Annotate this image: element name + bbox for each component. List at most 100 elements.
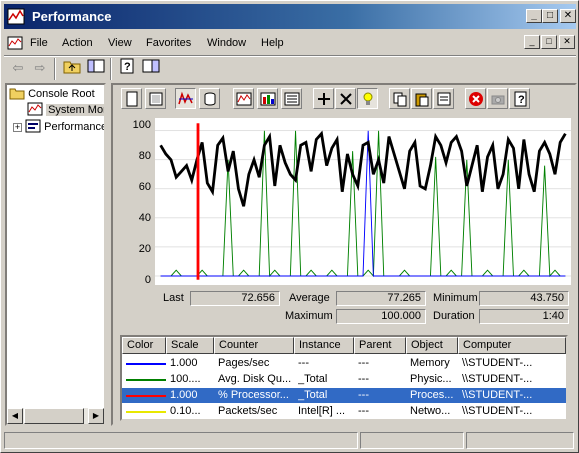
svg-text:?: ? <box>124 61 131 73</box>
column-header-computer[interactable]: Computer <box>458 337 566 354</box>
status-bar <box>4 430 576 450</box>
delete-counter-icon[interactable] <box>335 88 356 109</box>
counter-help-icon[interactable]: ? <box>509 88 530 109</box>
freeze-display-icon[interactable] <box>465 88 486 109</box>
legend-parent: --- <box>358 405 369 417</box>
column-header-color[interactable]: Color <box>122 337 166 354</box>
legend-parent: --- <box>358 389 369 401</box>
legend-row[interactable]: 0.10... Packets/sec Intel[R] ... --- Netwo..… <box>122 404 566 419</box>
average-label: Average <box>289 292 330 304</box>
back-arrow-icon[interactable]: ⇦ <box>8 58 28 78</box>
y-tick-label: 80 <box>138 150 151 162</box>
column-header-parent[interactable]: Parent <box>354 337 406 354</box>
show-hide-tree-icon[interactable] <box>86 58 106 78</box>
legend-color-swatch <box>126 379 166 381</box>
up-folder-icon[interactable] <box>62 58 82 78</box>
view-histogram-icon[interactable] <box>257 88 278 109</box>
legend-instance: _Total <box>298 373 328 385</box>
minimum-label: Minimum <box>433 292 478 304</box>
tree-item-perf-logs[interactable]: + Performance Logs and Alerts <box>13 119 106 133</box>
copy-properties-icon[interactable] <box>389 88 410 109</box>
scroll-thumb[interactable] <box>24 408 84 424</box>
legend-object: Physic... <box>410 373 452 385</box>
scroll-left-icon[interactable]: ◀ <box>7 408 23 424</box>
maximum-value: 100.000 <box>336 309 426 324</box>
svg-text:?: ? <box>518 94 525 106</box>
menu-action[interactable]: Action <box>62 37 93 49</box>
series-processor-time <box>159 130 567 207</box>
tree-horizontal-scrollbar[interactable]: ◀ ▶ <box>7 408 104 424</box>
child-minimize-button[interactable]: _ <box>524 35 540 49</box>
document-system-icon[interactable] <box>7 35 23 51</box>
window-title: Performance <box>32 9 112 24</box>
forward-arrow-icon[interactable]: ⇨ <box>30 58 50 78</box>
legend-scale: 1.000 <box>170 357 198 369</box>
column-header-scale[interactable]: Scale <box>166 337 214 354</box>
menu-view[interactable]: View <box>108 37 132 49</box>
help-icon[interactable]: ? <box>117 58 137 78</box>
close-button[interactable]: ✕ <box>560 9 576 23</box>
title-bar[interactable]: Performance _ □ ✕ <box>4 4 576 29</box>
status-pane-3 <box>466 432 574 449</box>
tree-label-perf-logs: Performance Logs and Alerts <box>44 121 106 133</box>
scroll-right-icon[interactable]: ▶ <box>88 408 104 424</box>
legend-computer: \\STUDENT-... <box>462 405 533 417</box>
y-tick-label: 40 <box>138 212 151 224</box>
column-header-instance[interactable]: Instance <box>294 337 354 354</box>
view-graph-icon[interactable] <box>233 88 254 109</box>
expand-plus-icon[interactable]: + <box>13 123 22 132</box>
legend-row[interactable]: 1.000 Pages/sec --- --- Memory \\STUDENT-... <box>122 356 566 371</box>
legend-row[interactable]: 100.... Avg. Disk Qu... _Total --- Physic...… <box>122 372 566 387</box>
tree-label-console-root: Console Root <box>28 88 95 100</box>
add-counter-icon[interactable] <box>313 88 334 109</box>
view-log-data-icon[interactable] <box>199 88 220 109</box>
legend-instance: --- <box>298 357 309 369</box>
mmc-window: Performance _ □ ✕ File Action View Favor… <box>0 0 579 453</box>
legend-object: Proces... <box>410 389 454 401</box>
legend-parent: --- <box>358 357 369 369</box>
status-pane-2 <box>360 432 464 449</box>
paste-counter-list-icon[interactable] <box>411 88 432 109</box>
menu-help[interactable]: Help <box>261 37 284 49</box>
toolbar-separator <box>54 58 56 80</box>
last-value: 72.656 <box>190 291 280 306</box>
y-axis: 100 80 60 40 20 0 <box>113 118 151 288</box>
properties-panel-icon[interactable] <box>141 58 161 78</box>
duration-label: Duration <box>433 310 475 322</box>
y-tick-label: 0 <box>144 274 151 286</box>
view-current-activity-icon[interactable] <box>175 88 196 109</box>
legend-row[interactable]: 1.000 % Processor... _Total --- Proces... \\S… <box>122 388 566 403</box>
child-restore-button[interactable]: □ <box>541 35 557 49</box>
menu-separator <box>4 55 576 57</box>
folder-icon <box>9 88 25 100</box>
maximize-button[interactable]: □ <box>542 9 558 23</box>
update-data-icon[interactable] <box>487 88 508 109</box>
legend-object: Netwo... <box>410 405 451 417</box>
menu-window[interactable]: Window <box>207 37 246 49</box>
legend-color-swatch <box>126 411 166 413</box>
y-tick-label: 100 <box>132 119 151 131</box>
new-counter-set-icon[interactable] <box>121 88 142 109</box>
tree-item-system-monitor[interactable]: System Monitor <box>27 102 104 116</box>
performance-graph[interactable] <box>155 118 571 285</box>
console-tree: Console Root System Monitor + Performanc… <box>5 83 106 426</box>
menu-bar: File Action View Favorites Window Help _… <box>4 32 576 54</box>
column-header-counter[interactable]: Counter <box>214 337 294 354</box>
counter-legend: Color Scale Counter Instance Parent Obje… <box>120 335 568 421</box>
duration-value: 1:40 <box>479 309 569 324</box>
minimum-value: 43.750 <box>479 291 569 306</box>
clear-display-icon[interactable] <box>145 88 166 109</box>
properties-icon[interactable] <box>433 88 454 109</box>
highlight-icon[interactable] <box>357 88 378 109</box>
menu-file[interactable]: File <box>30 37 48 49</box>
last-label: Last <box>163 292 184 304</box>
menu-favorites[interactable]: Favorites <box>146 37 191 49</box>
child-close-button[interactable]: ✕ <box>559 35 575 49</box>
column-header-object[interactable]: Object <box>406 337 458 354</box>
tree-item-console-root[interactable]: Console Root <box>9 86 95 100</box>
view-report-icon[interactable] <box>281 88 302 109</box>
legend-scale: 100.... <box>170 373 201 385</box>
minimize-button[interactable]: _ <box>526 9 542 23</box>
status-pane-main <box>4 432 358 449</box>
tree-label-system-monitor: System Monitor <box>46 104 104 116</box>
